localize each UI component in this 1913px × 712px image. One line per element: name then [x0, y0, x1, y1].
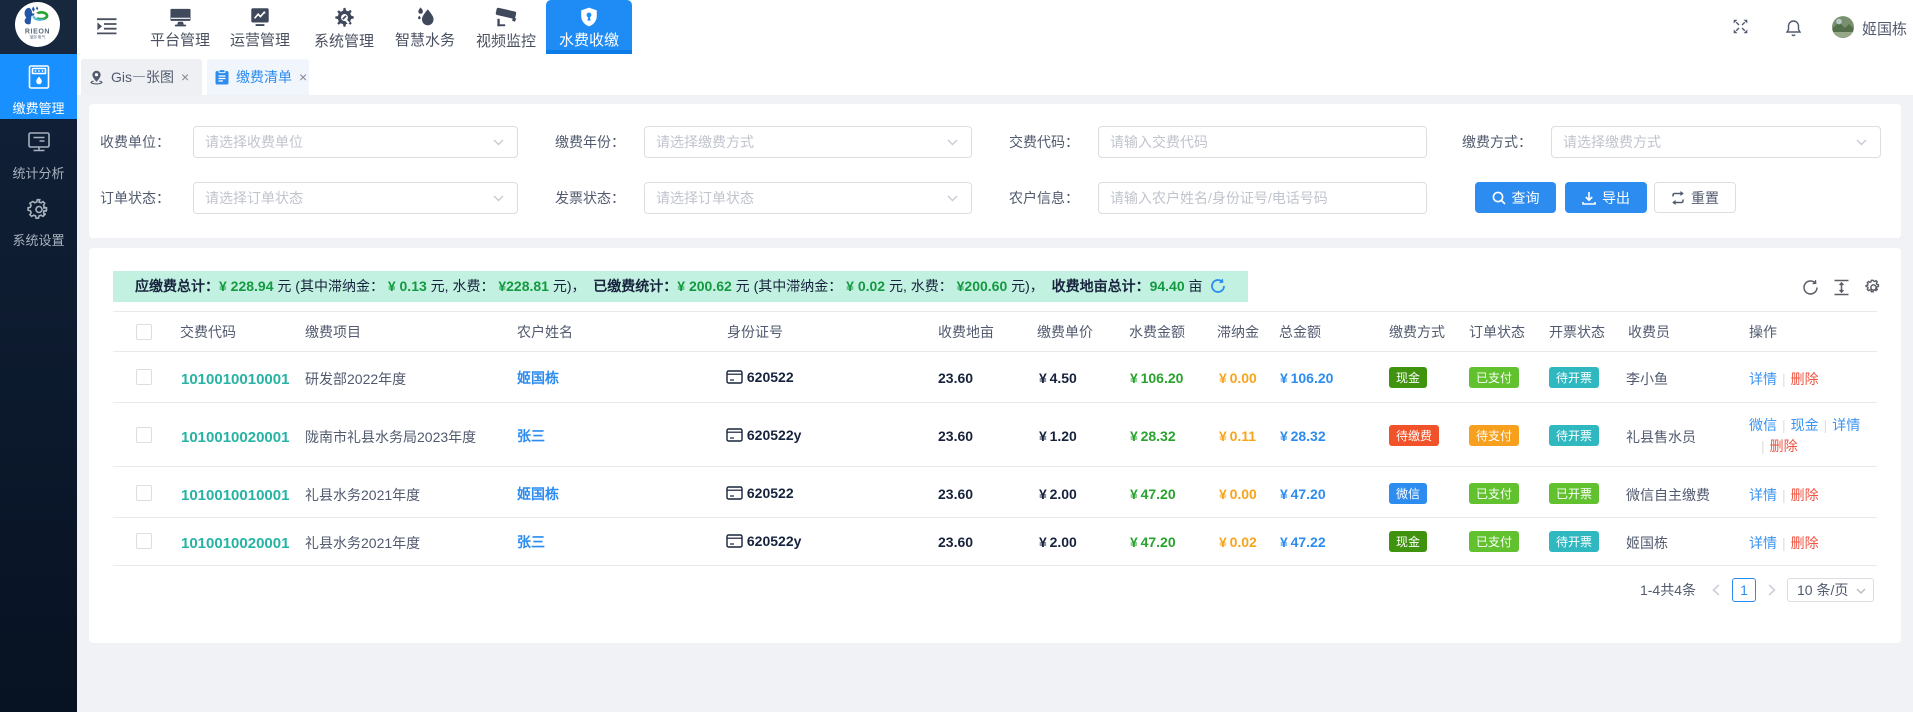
- svg-text:瑞尔电气: 瑞尔电气: [30, 34, 46, 41]
